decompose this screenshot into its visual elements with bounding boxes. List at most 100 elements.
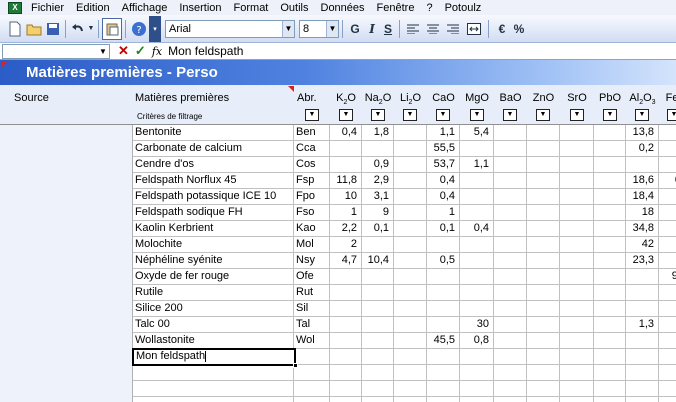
oxide-value-cell[interactable] xyxy=(362,333,394,349)
oxide-value-cell[interactable] xyxy=(494,397,527,402)
oxide-value-cell[interactable] xyxy=(394,141,427,157)
oxide-value-cell[interactable] xyxy=(494,381,527,397)
oxide-value-cell[interactable] xyxy=(626,365,659,381)
oxide-value-cell[interactable] xyxy=(494,221,527,237)
filter-dropdown-icon[interactable]: ▼ xyxy=(603,109,617,121)
oxide-value-cell[interactable] xyxy=(394,285,427,301)
active-cell[interactable]: Mon feldspath xyxy=(132,348,298,368)
oxide-value-cell[interactable] xyxy=(460,189,494,205)
oxide-value-cell[interactable] xyxy=(659,381,676,397)
oxide-value-cell[interactable] xyxy=(427,237,460,253)
oxide-value-cell[interactable] xyxy=(560,301,594,317)
oxide-value-cell[interactable] xyxy=(494,189,527,205)
oxide-value-cell[interactable] xyxy=(460,141,494,157)
oxide-value-cell[interactable] xyxy=(659,125,676,141)
oxide-value-cell[interactable] xyxy=(427,381,460,397)
oxide-value-cell[interactable] xyxy=(626,157,659,173)
menu-format[interactable]: Format xyxy=(229,2,276,14)
oxide-value-cell[interactable] xyxy=(494,173,527,189)
oxide-value-cell[interactable] xyxy=(659,365,676,381)
menu-outils[interactable]: Outils xyxy=(275,2,315,14)
oxide-value-cell[interactable] xyxy=(494,141,527,157)
filter-dropdown-icon[interactable]: ▼ xyxy=(371,109,385,121)
oxide-value-cell[interactable] xyxy=(626,285,659,301)
oxide-value-cell[interactable] xyxy=(527,237,560,253)
oxide-value-cell[interactable]: 1 xyxy=(427,205,460,221)
oxide-value-cell[interactable] xyxy=(659,157,676,173)
filter-dropdown-icon[interactable]: ▼ xyxy=(503,109,517,121)
oxide-value-cell[interactable] xyxy=(362,317,394,333)
merge-center-icon[interactable] xyxy=(463,18,485,40)
oxide-value-cell[interactable]: 0,2 xyxy=(626,141,659,157)
filter-dropdown-icon[interactable]: ▼ xyxy=(570,109,584,121)
abbr-cell[interactable]: Fso xyxy=(294,205,330,221)
align-left-icon[interactable] xyxy=(403,18,423,40)
oxide-value-cell[interactable] xyxy=(494,205,527,221)
oxide-value-cell[interactable] xyxy=(527,349,560,365)
oxide-value-cell[interactable] xyxy=(560,333,594,349)
paste-icon[interactable] xyxy=(102,17,122,40)
oxide-value-cell[interactable] xyxy=(494,365,527,381)
abbr-cell[interactable] xyxy=(294,365,330,381)
oxide-value-cell[interactable]: 0,9 xyxy=(362,157,394,173)
oxide-value-cell[interactable] xyxy=(527,157,560,173)
name-box[interactable]: ▼ xyxy=(2,43,110,59)
oxide-value-cell[interactable] xyxy=(494,349,527,365)
oxide-value-cell[interactable] xyxy=(394,253,427,269)
abbr-cell[interactable] xyxy=(294,381,330,397)
oxide-value-cell[interactable]: 13,8 xyxy=(626,125,659,141)
oxide-value-cell[interactable] xyxy=(394,397,427,402)
oxide-value-cell[interactable] xyxy=(560,397,594,402)
oxide-value-cell[interactable]: 4,7 xyxy=(330,253,362,269)
oxide-value-cell[interactable]: 34,8 xyxy=(626,221,659,237)
material-name-cell[interactable]: Feldspath potassique ICE 10 xyxy=(133,189,294,205)
oxide-value-cell[interactable] xyxy=(460,173,494,189)
oxide-value-cell[interactable] xyxy=(527,317,560,333)
filter-dropdown-icon[interactable]: ▼ xyxy=(403,109,417,121)
oxide-value-cell[interactable] xyxy=(527,173,560,189)
oxide-value-cell[interactable] xyxy=(594,125,626,141)
oxide-value-cell[interactable] xyxy=(330,157,362,173)
oxide-value-cell[interactable] xyxy=(560,157,594,173)
oxide-value-cell[interactable] xyxy=(460,237,494,253)
oxide-value-cell[interactable] xyxy=(494,253,527,269)
oxide-value-cell[interactable] xyxy=(460,285,494,301)
help-icon[interactable]: ? xyxy=(129,18,149,40)
oxide-value-cell[interactable] xyxy=(394,333,427,349)
oxide-value-cell[interactable] xyxy=(560,221,594,237)
abbr-cell[interactable]: Cos xyxy=(294,157,330,173)
oxide-value-cell[interactable] xyxy=(427,349,460,365)
filter-dropdown-icon[interactable]: ▼ xyxy=(305,109,319,121)
oxide-value-cell[interactable] xyxy=(394,381,427,397)
oxide-value-cell[interactable] xyxy=(427,365,460,381)
menu-potoulz[interactable]: Potoulz xyxy=(440,2,489,14)
filter-dropdown-icon[interactable]: ▼ xyxy=(339,109,353,121)
oxide-value-cell[interactable]: 1,1 xyxy=(460,157,494,173)
filter-dropdown-icon[interactable]: ▼ xyxy=(667,109,676,121)
oxide-value-cell[interactable] xyxy=(594,253,626,269)
percent-button[interactable]: % xyxy=(512,18,526,40)
chevron-down-icon[interactable]: ▼ xyxy=(282,20,294,37)
oxide-value-cell[interactable] xyxy=(527,205,560,221)
align-right-icon[interactable] xyxy=(443,18,463,40)
oxide-value-cell[interactable] xyxy=(494,301,527,317)
material-name-cell[interactable]: Néphéline syénite xyxy=(133,253,294,269)
oxide-value-cell[interactable] xyxy=(460,253,494,269)
oxide-value-cell[interactable] xyxy=(594,317,626,333)
font-name-select[interactable]: Arial ▼ xyxy=(165,19,295,38)
oxide-value-cell[interactable] xyxy=(594,221,626,237)
filter-dropdown-icon[interactable]: ▼ xyxy=(635,109,649,121)
oxide-value-cell[interactable]: 0,1 xyxy=(427,221,460,237)
abbr-cell[interactable] xyxy=(294,397,330,402)
oxide-value-cell[interactable] xyxy=(330,397,362,402)
oxide-value-cell[interactable] xyxy=(394,317,427,333)
oxide-value-cell[interactable] xyxy=(527,141,560,157)
oxide-value-cell[interactable] xyxy=(362,381,394,397)
oxide-value-cell[interactable]: 0 xyxy=(659,221,676,237)
oxide-value-cell[interactable] xyxy=(527,285,560,301)
oxide-value-cell[interactable] xyxy=(659,253,676,269)
material-name-cell[interactable]: Bentonite xyxy=(133,125,294,141)
oxide-value-cell[interactable] xyxy=(362,237,394,253)
abbr-cell[interactable]: Tal xyxy=(294,317,330,333)
oxide-value-cell[interactable] xyxy=(527,301,560,317)
